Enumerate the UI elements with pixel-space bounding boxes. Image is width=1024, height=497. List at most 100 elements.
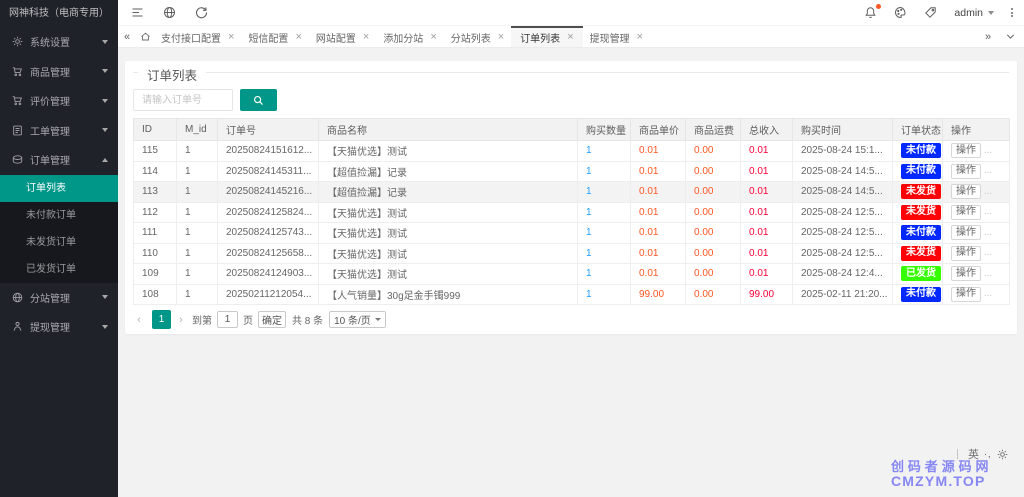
tab-label: 添加分站: [383, 34, 424, 45]
more-options-icon[interactable]: [1011, 8, 1013, 17]
table-cell: 20250824125824...: [217, 201, 319, 223]
gear-icon: [12, 36, 23, 47]
table-cell: 99.00: [740, 283, 793, 305]
table-row: 109 1 20250824124903... 【天猫优选】测试 1 0.01 0.00 0.…: [133, 263, 1010, 285]
tab[interactable]: 网站配置 ×: [309, 26, 376, 47]
table-cell: 2025-08-24 12:5...: [792, 242, 893, 264]
goto-label: 到第: [192, 316, 212, 327]
table-cell: 0.01: [740, 242, 793, 264]
column-header: 总收入: [740, 118, 793, 141]
sidebar-item-2[interactable]: 商品管理: [0, 57, 118, 87]
sidebar-item-3[interactable]: 评价管理: [0, 86, 118, 116]
bell-icon: [865, 7, 877, 18]
tab-label: 网站配置: [315, 34, 356, 45]
table-cell: 0.01: [740, 181, 793, 203]
table-cell: 1: [577, 160, 631, 182]
table-cell: 2025-08-24 14:5...: [792, 181, 893, 203]
table-cell: 1: [577, 181, 631, 203]
page-number-input[interactable]: [217, 311, 238, 328]
notifications-bell[interactable]: [864, 4, 882, 19]
user-menu[interactable]: admin: [954, 7, 994, 19]
search-icon: [253, 95, 263, 105]
chevron-down-icon: [102, 69, 108, 74]
sidebar-subitem[interactable]: 未发货订单: [0, 229, 118, 256]
home-tab[interactable]: [136, 26, 154, 47]
table-cell: 【天猫优选】测试: [318, 222, 578, 244]
table-cell-status: 未付款: [892, 160, 943, 182]
tabs-scroll-left[interactable]: «: [118, 26, 136, 47]
select-caret-icon: [374, 318, 381, 321]
tabs-scroll-right[interactable]: »: [979, 26, 997, 47]
status-badge: 未付款: [901, 163, 941, 179]
tab-close-icon[interactable]: ×: [498, 32, 504, 43]
tab-close-icon[interactable]: ×: [363, 32, 369, 43]
sidebar-item-6[interactable]: 分站管理: [0, 283, 118, 313]
theme-palette-icon[interactable]: [894, 6, 907, 19]
globe-icon[interactable]: [163, 6, 176, 19]
table-row: 110 1 20250824125658... 【天猫优选】测试 1 0.01 0.00 0.…: [133, 242, 1010, 264]
action-ellipsis: ...: [984, 206, 993, 218]
row-action-button[interactable]: 操作: [951, 266, 981, 282]
sidebar-item-7[interactable]: 提现管理: [0, 312, 118, 342]
table-cell-status: 未发货: [892, 242, 943, 264]
table-cell: 20250211212054...: [217, 283, 319, 305]
table-cell: 1: [577, 263, 631, 285]
sidebar-item-5[interactable]: 订单管理: [0, 145, 118, 175]
tab[interactable]: 分站列表 ×: [444, 26, 511, 47]
row-action-button[interactable]: 操作: [951, 286, 981, 302]
table-cell-status: 未付款: [892, 222, 943, 244]
table-cell: 1: [176, 201, 218, 223]
refresh-icon[interactable]: [195, 6, 208, 19]
sidebar-item-label: 评价管理: [30, 97, 70, 109]
table-cell: 1: [176, 263, 218, 285]
page-unit-label: 页: [243, 316, 253, 327]
sidebar-subitem[interactable]: 已发货订单: [0, 256, 118, 283]
tabs-dropdown[interactable]: [997, 26, 1024, 47]
row-action-button[interactable]: 操作: [951, 184, 981, 200]
table-cell: 20250824124903...: [217, 263, 319, 285]
tab-close-icon[interactable]: ×: [295, 32, 301, 43]
row-action-button[interactable]: 操作: [951, 225, 981, 241]
action-ellipsis: ...: [984, 267, 993, 279]
table-cell: 2025-08-24 15:1...: [792, 140, 893, 162]
tab-close-icon[interactable]: ×: [567, 32, 573, 43]
table-cell: 【天猫优选】测试: [318, 140, 578, 162]
tab-close-icon[interactable]: ×: [228, 32, 234, 43]
ime-settings-gear-icon[interactable]: [997, 449, 1008, 460]
tab-close-icon[interactable]: ×: [430, 32, 436, 43]
tab[interactable]: 提现管理 ×: [583, 26, 650, 47]
table-cell-action: 操作...: [942, 181, 1010, 203]
table-cell: 【天猫优选】测试: [318, 201, 578, 223]
tab[interactable]: 添加分站 ×: [376, 26, 443, 47]
table-row: 115 1 20250824151612... 【天猫优选】测试 1 0.01 0.00 0.…: [133, 140, 1010, 162]
table-cell: 【超值捡漏】记录: [318, 160, 578, 182]
tab[interactable]: 支付接口配置 ×: [154, 26, 241, 47]
sidebar-item-4[interactable]: 工单管理: [0, 116, 118, 146]
row-action-button[interactable]: 操作: [951, 163, 981, 179]
sidebar-item-label: 系统设置: [30, 38, 70, 50]
tab[interactable]: 订单列表 ×: [511, 26, 583, 47]
tab[interactable]: 短信配置 ×: [241, 26, 308, 47]
order-no-search-input[interactable]: [133, 89, 233, 111]
row-action-button[interactable]: 操作: [951, 143, 981, 159]
table-cell: 【人气销量】30g足金手镯999: [318, 283, 578, 305]
tab-close-icon[interactable]: ×: [637, 32, 643, 43]
sidebar-item-1[interactable]: 系统设置: [0, 27, 118, 57]
table-row: 108 1 20250211212054... 【人气销量】30g足金手镯999 1 99…: [133, 283, 1010, 305]
table-cell: 2025-08-24 12:4...: [792, 263, 893, 285]
layers-icon: [12, 155, 23, 164]
page-size-select[interactable]: 10 条/页: [329, 311, 386, 328]
row-action-button[interactable]: 操作: [951, 245, 981, 261]
next-page-button[interactable]: ›: [175, 314, 187, 326]
row-action-button[interactable]: 操作: [951, 204, 981, 220]
sidebar-subitem[interactable]: 订单列表: [0, 174, 118, 202]
tag-icon[interactable]: [924, 6, 937, 19]
sidebar-subitem[interactable]: 未付款订单: [0, 202, 118, 229]
current-page-button[interactable]: 1: [152, 310, 171, 329]
prev-page-button[interactable]: ‹: [133, 314, 145, 326]
pagination: ‹ 1 › 到第 页 确定 共 8 条 10 条/页: [133, 310, 1009, 329]
confirm-page-button[interactable]: 确定: [258, 311, 286, 328]
search-button[interactable]: [240, 89, 277, 111]
table-cell-action: 操作...: [942, 283, 1010, 305]
menu-collapse-icon[interactable]: [131, 6, 144, 19]
